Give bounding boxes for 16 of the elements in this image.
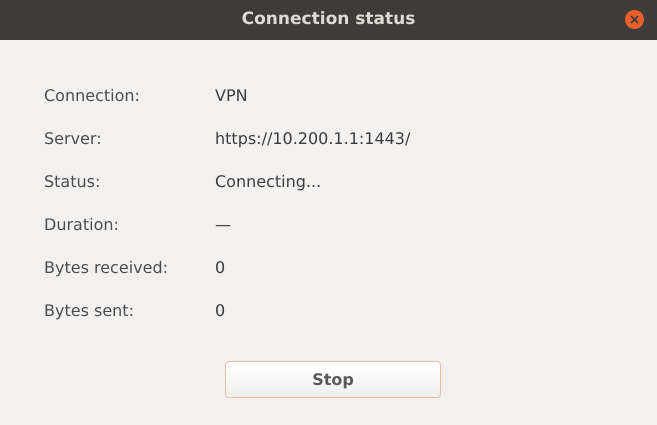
close-icon bbox=[630, 15, 639, 24]
field-label: Bytes received: bbox=[44, 257, 169, 279]
window-title: Connection status bbox=[242, 8, 416, 32]
field-label: Server: bbox=[44, 128, 103, 150]
close-button[interactable] bbox=[625, 10, 644, 29]
field-label: Bytes sent: bbox=[44, 300, 135, 322]
field-value: VPN bbox=[215, 85, 248, 107]
field-value: https://10.200.1.1:1443/ bbox=[215, 128, 410, 150]
field-value: — bbox=[215, 214, 231, 236]
field-label: Status: bbox=[44, 171, 102, 193]
stop-button[interactable]: Stop bbox=[225, 361, 441, 398]
field-label: Duration: bbox=[44, 214, 120, 236]
field-value: Connecting... bbox=[215, 171, 322, 193]
field-value: 0 bbox=[215, 257, 226, 279]
field-label: Connection: bbox=[44, 85, 141, 107]
field-value: 0 bbox=[215, 300, 226, 322]
